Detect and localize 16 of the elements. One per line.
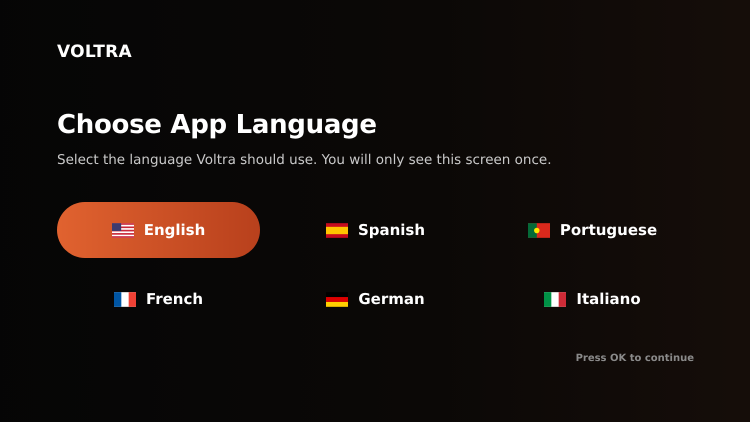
tricolor-flag-icon — [114, 292, 136, 306]
language-option[interactable]: English — [57, 202, 260, 258]
continue-hint: Press OK to continue — [576, 353, 694, 364]
language-option[interactable]: Italiano — [491, 271, 694, 327]
language-option[interactable]: Portuguese — [491, 202, 694, 258]
tricolor-flag-icon — [544, 292, 566, 306]
striped-flag-icon — [326, 222, 348, 238]
subtitle: Select the language Voltra should use. You will only see this screen once. — [57, 152, 552, 168]
striped-flag-icon — [112, 222, 134, 238]
language-option[interactable]: Spanish — [274, 202, 477, 258]
page-title: Choose App Language — [57, 110, 377, 140]
striped-flag-icon — [326, 292, 348, 306]
flag-icon — [528, 222, 550, 238]
language-option[interactable]: German — [274, 271, 477, 327]
language-option[interactable]: French — [57, 271, 260, 327]
app-logo: VOLTRA — [57, 42, 132, 62]
